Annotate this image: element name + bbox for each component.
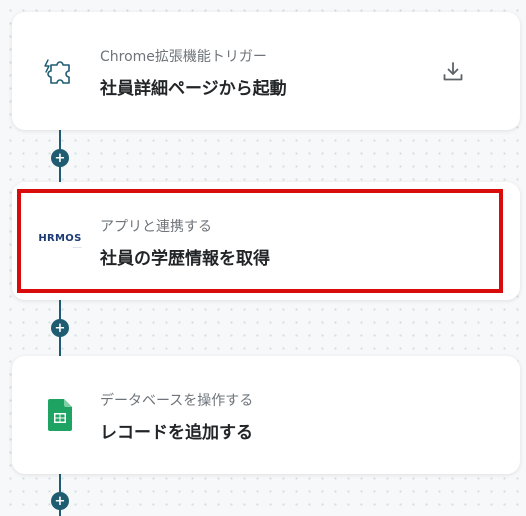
hrmos-logo-sub: ――― xyxy=(72,244,82,249)
step-subtitle: アプリと連携する xyxy=(100,219,212,235)
step-title: 社員詳細ページから起動 xyxy=(100,79,287,99)
hrmos-logo: HRMOS ――― xyxy=(38,182,82,300)
step-title: レコードを追加する xyxy=(100,423,253,443)
step-card-database[interactable]: データベースを操作する レコードを追加する xyxy=(12,356,520,474)
step-subtitle: Chrome拡張機能トリガー xyxy=(100,49,267,65)
download-icon[interactable] xyxy=(440,59,466,85)
step-card-hrmos[interactable]: HRMOS ――― アプリと連携する 社員の学歴情報を取得 xyxy=(12,182,520,300)
step-card-chrome-trigger[interactable]: Chrome拡張機能トリガー 社員詳細ページから起動 xyxy=(12,12,520,130)
google-sheets-icon xyxy=(38,356,82,474)
add-step-button[interactable]: + xyxy=(51,492,69,510)
hrmos-logo-text: HRMOS xyxy=(38,232,82,244)
puzzle-icon xyxy=(38,12,82,130)
step-subtitle: データベースを操作する xyxy=(100,393,254,409)
add-step-button[interactable]: + xyxy=(51,319,69,337)
step-title: 社員の学歴情報を取得 xyxy=(100,249,270,269)
add-step-button[interactable]: + xyxy=(51,149,69,167)
